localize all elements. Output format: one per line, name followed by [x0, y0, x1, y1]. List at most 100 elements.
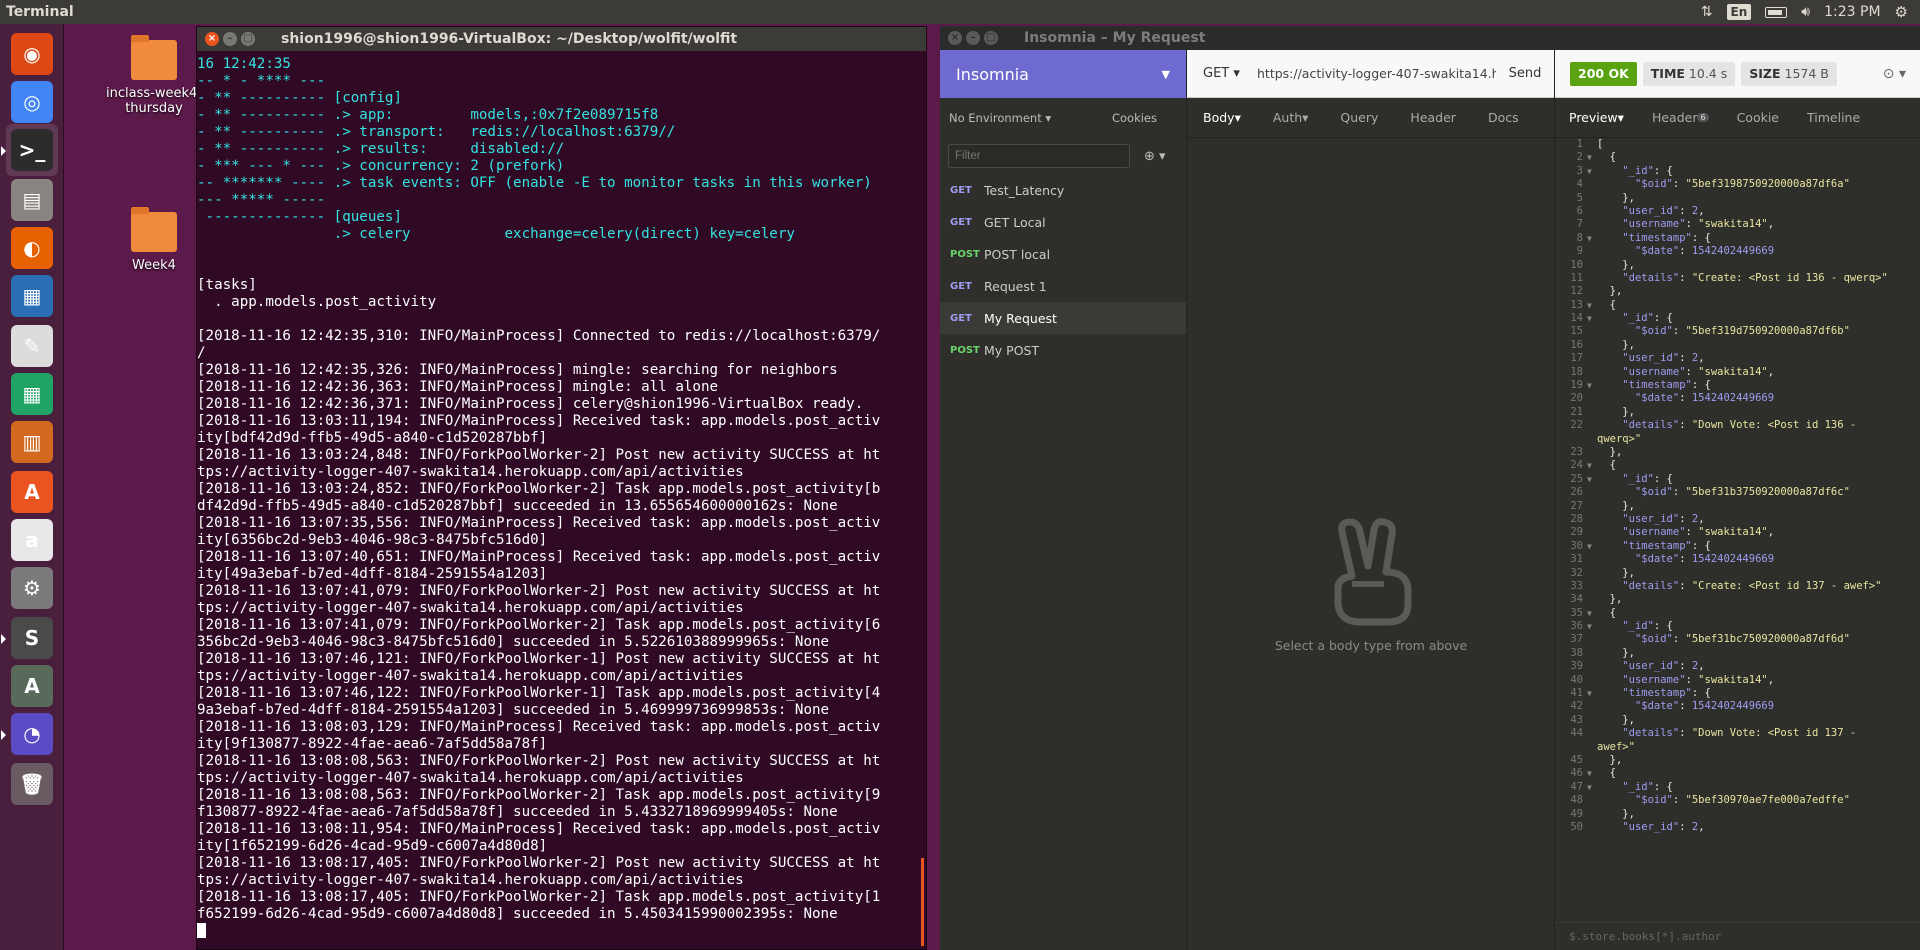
- impress-icon[interactable]: ▥: [6, 416, 58, 468]
- terminal-icon[interactable]: >_: [1, 124, 58, 176]
- fold-toggle-icon[interactable]: ▼: [1587, 687, 1597, 700]
- clock[interactable]: 1:23 PM: [1824, 4, 1880, 20]
- system-gear-icon[interactable]: ⚙: [1895, 3, 1908, 21]
- tab-timeline[interactable]: Timeline: [1793, 98, 1874, 138]
- json-line: qwerq>": [1555, 433, 1920, 446]
- request-pane: GET ▾ https://activity-logger-407-swakit…: [1187, 50, 1555, 950]
- terminal-scrollbar[interactable]: [917, 52, 926, 949]
- line-number: 37: [1570, 633, 1583, 646]
- fold-toggle-icon[interactable]: ▼: [1587, 312, 1597, 325]
- updater-icon[interactable]: A: [6, 660, 58, 712]
- scrollbar-thumb[interactable]: [921, 858, 924, 946]
- trash-icon[interactable]: 🗑: [6, 758, 58, 810]
- request-item[interactable]: GET Test_Latency: [940, 174, 1186, 206]
- response-pane: 200 OK TIME 10.4 s SIZE 1574 B ⊙ ▾ Preview…: [1555, 50, 1920, 950]
- json-line: 41 ▼ "timestamp": {: [1555, 687, 1920, 700]
- insomnia-titlebar[interactable]: × – □ Insomnia – My Request: [940, 26, 1920, 50]
- fold-toggle-icon[interactable]: ▼: [1587, 165, 1597, 178]
- keyboard-layout-indicator[interactable]: En: [1726, 4, 1752, 20]
- fold-toggle-icon[interactable]: ▼: [1587, 781, 1597, 794]
- insomnia-sidebar: Insomnia ▼ No Environment ▾ Cookies ⊕ ▾ …: [940, 50, 1187, 950]
- fold-toggle-icon: [1587, 325, 1597, 338]
- url-input[interactable]: https://activity-logger-407-swakita14.he…: [1257, 66, 1496, 81]
- request-name: Test_Latency: [984, 182, 1065, 198]
- fold-toggle-icon: [1587, 727, 1597, 740]
- minimize-icon[interactable]: –: [966, 31, 980, 45]
- text-editor-icon[interactable]: ✎: [6, 320, 58, 372]
- fold-toggle-icon[interactable]: ▼: [1587, 232, 1597, 245]
- fold-toggle-icon[interactable]: ▼: [1587, 299, 1597, 312]
- request-item[interactable]: GET My Request: [940, 302, 1186, 334]
- amazon-icon[interactable]: a: [6, 514, 58, 566]
- line-number: 29: [1570, 526, 1583, 539]
- terminal-line: [2018-11-16 13:07:41,079: INFO/ForkPoolW…: [197, 583, 881, 599]
- launcher: ◉ ◎ >_ ▤ ◐ ▦ ✎ ▦ ▥ Aa ⚙ S A ◔ 🗑: [0, 24, 64, 950]
- desktop-folder-inclass[interactable]: inclass-week4-thursday: [99, 35, 209, 116]
- tab-cookie[interactable]: Cookie: [1723, 98, 1793, 138]
- tab-docs[interactable]: Docs: [1472, 98, 1535, 138]
- tab-preview[interactable]: Preview ▾: [1555, 98, 1638, 138]
- impress-icon-glyph: ▥: [11, 421, 53, 463]
- updown-arrows-icon[interactable]: ⇅: [1701, 4, 1713, 20]
- tab-auth[interactable]: Auth ▾: [1257, 98, 1325, 138]
- fold-toggle-icon[interactable]: ▼: [1587, 540, 1597, 553]
- chevron-down-icon: ▾: [1302, 110, 1309, 125]
- tab-header[interactable]: Header 6: [1638, 98, 1723, 138]
- maximize-icon[interactable]: □: [241, 32, 255, 46]
- environment-select[interactable]: No Environment ▾: [949, 111, 1112, 125]
- request-filter-input[interactable]: [948, 144, 1130, 168]
- volume-icon[interactable]: 🔊︎: [1801, 4, 1810, 20]
- chrome-icon[interactable]: ◎: [6, 76, 58, 128]
- fold-toggle-icon: [1587, 218, 1597, 231]
- firefox-icon[interactable]: ◐: [6, 222, 58, 274]
- close-icon[interactable]: ×: [205, 32, 219, 46]
- json-line: 35 ▼ {: [1555, 607, 1920, 620]
- terminal-titlebar[interactable]: × – □ shion1996@shion1996-VirtualBox: ~/…: [197, 27, 926, 51]
- sublime-icon[interactable]: S: [1, 612, 58, 664]
- fold-toggle-icon[interactable]: ▼: [1587, 607, 1597, 620]
- fold-toggle-icon[interactable]: ▼: [1587, 459, 1597, 472]
- request-item[interactable]: POST POST local: [940, 238, 1186, 270]
- fold-toggle-icon[interactable]: ▼: [1587, 379, 1597, 392]
- terminal-line: - ** ---------- .> app: models,:0x7f2e08…: [197, 107, 659, 123]
- cookies-button[interactable]: Cookies: [1112, 111, 1157, 125]
- battery-icon[interactable]: [1765, 6, 1788, 18]
- request-item[interactable]: GET Request 1: [940, 270, 1186, 302]
- desktop-folder-week4[interactable]: Week4: [99, 207, 209, 273]
- tab-header[interactable]: Header: [1394, 98, 1472, 138]
- settings-icon[interactable]: ⚙: [6, 562, 58, 614]
- ubuntu-dash-icon[interactable]: ◉: [6, 28, 58, 80]
- terminal-line: 9a3ebaf-b7ed-4dff-8184-2591554a1203] suc…: [197, 702, 830, 718]
- fold-toggle-icon[interactable]: ▼: [1587, 620, 1597, 633]
- status-badge: 200 OK: [1570, 61, 1637, 86]
- json-code: "$date": 1542402449669: [1634, 700, 1775, 713]
- send-button[interactable]: Send: [1496, 66, 1554, 81]
- fold-toggle-icon[interactable]: ▼: [1587, 767, 1597, 780]
- request-item[interactable]: POST My POST: [940, 334, 1186, 366]
- response-filter-input[interactable]: $.store.books[*].author: [1555, 922, 1920, 950]
- fold-toggle-icon[interactable]: ▼: [1587, 473, 1597, 486]
- request-item[interactable]: GET GET Local: [940, 206, 1186, 238]
- writer-icon[interactable]: ▦: [6, 270, 58, 322]
- history-clock-icon[interactable]: ⊙ ▾: [1883, 66, 1920, 82]
- json-line: 12 },: [1555, 285, 1920, 298]
- maximize-icon[interactable]: □: [984, 31, 998, 45]
- tab-query[interactable]: Query: [1324, 98, 1394, 138]
- software-center-icon[interactable]: A: [6, 466, 58, 518]
- response-json-preview[interactable]: 1[2 ▼ {3 ▼ "_id": {4 "$oid": "5bef31987509…: [1555, 138, 1920, 918]
- close-icon[interactable]: ×: [948, 31, 962, 45]
- minimize-icon[interactable]: –: [223, 32, 237, 46]
- fold-toggle-icon[interactable]: ▼: [1587, 151, 1597, 164]
- add-request-icon[interactable]: ⊕ ▾: [1144, 149, 1166, 164]
- workspace-dropdown[interactable]: Insomnia ▼: [940, 50, 1186, 98]
- insomnia-icon[interactable]: ◔: [1, 708, 58, 760]
- terminal-output[interactable]: 16 12:42:35 -- * - **** --- - ** ---------…: [197, 52, 919, 949]
- terminal-line: .> celery exchange=celery(direct) key=ce…: [197, 226, 795, 242]
- line-number: 36: [1570, 620, 1583, 633]
- method-select[interactable]: GET ▾: [1187, 66, 1257, 81]
- terminal-line: [2018-11-16 13:08:08,563: INFO/ForkPoolW…: [197, 787, 881, 803]
- tab-label: Header: [1651, 110, 1698, 125]
- tab-body[interactable]: Body ▾: [1187, 98, 1257, 138]
- files-icon[interactable]: ▤: [6, 174, 58, 226]
- calc-icon[interactable]: ▦: [6, 368, 58, 420]
